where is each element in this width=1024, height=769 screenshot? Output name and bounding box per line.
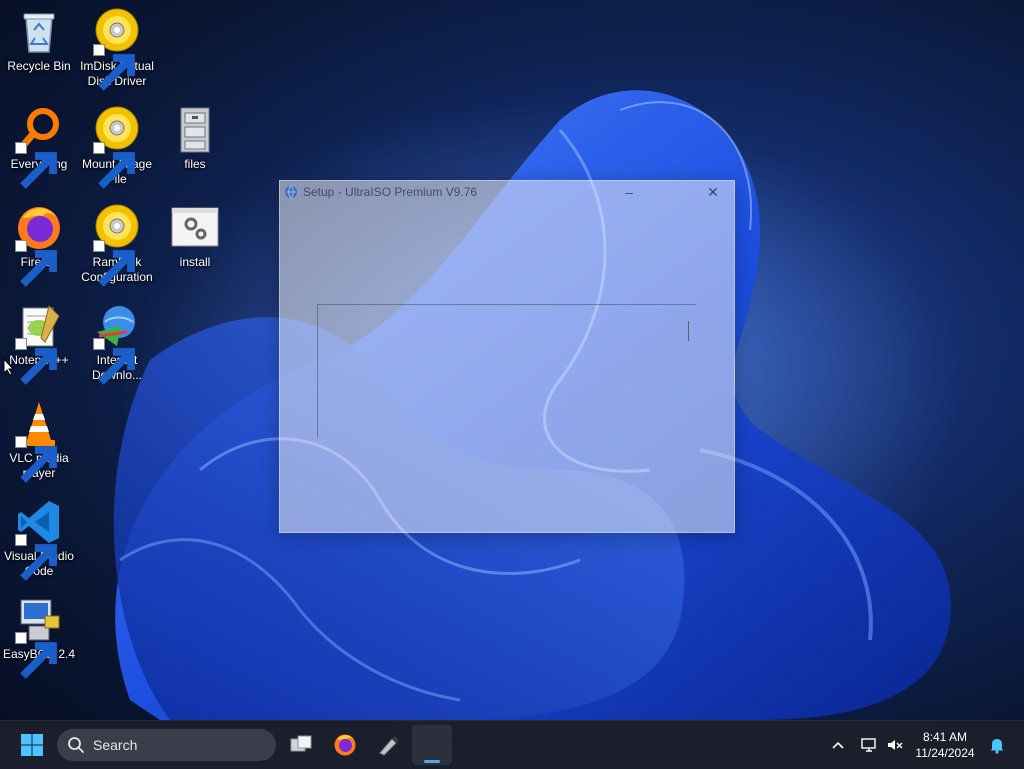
shortcut-arrow-icon xyxy=(15,436,57,483)
search-placeholder: Search xyxy=(93,737,138,753)
taskbar-search-box[interactable]: Search xyxy=(57,729,276,761)
settings-window-icon xyxy=(171,207,219,247)
setup-window-title: Setup - UltraISO Premium V9.76 xyxy=(303,185,478,199)
taskbar-setup-window[interactable] xyxy=(412,725,452,765)
setup-titlebar[interactable]: Setup - UltraISO Premium V9.76 – ✕ xyxy=(280,181,734,203)
desktop-icon-imdisk[interactable]: ImDisk Virtual Disk Driver xyxy=(78,8,156,91)
shortcut-arrow-icon xyxy=(93,240,135,287)
desktop-icon-label: install xyxy=(179,255,211,269)
shortcut-arrow-icon xyxy=(15,240,57,287)
desktop-icon-files[interactable]: files xyxy=(156,106,234,172)
panel-scrollbar[interactable] xyxy=(688,321,689,341)
shortcut-arrow-icon xyxy=(93,142,135,189)
desktop-icon-ramdisk[interactable]: RamDisk Configuration xyxy=(78,204,156,287)
taskbar: Search 8:41 AM 11/24/2024 xyxy=(0,720,1024,769)
file-cabinet-icon xyxy=(180,107,210,153)
taskbar-usb-tool[interactable] xyxy=(368,725,408,765)
mouse-cursor-icon xyxy=(3,358,15,376)
shortcut-arrow-icon xyxy=(93,338,135,385)
task-view-icon xyxy=(290,735,312,752)
show-hidden-icons-chevron-icon[interactable] xyxy=(830,737,846,753)
task-view-button[interactable] xyxy=(281,725,321,765)
recycle-bin-icon xyxy=(23,13,55,53)
desktop-icon-recycle-bin[interactable]: Recycle Bin xyxy=(0,8,78,74)
active-indicator xyxy=(424,760,440,763)
network-icon[interactable] xyxy=(860,736,878,754)
setup-window[interactable]: Setup - UltraISO Premium V9.76 – ✕ xyxy=(279,180,735,533)
desktop-icon-firefox[interactable]: Firefox xyxy=(0,204,78,287)
setup-content-panel xyxy=(317,304,696,437)
desktop-icon-mount-image[interactable]: Mount Image File xyxy=(78,106,156,189)
shortcut-arrow-icon xyxy=(15,632,57,679)
shortcut-arrow-icon xyxy=(15,142,57,189)
desktop-icon-install[interactable]: install xyxy=(156,204,234,270)
search-icon xyxy=(68,737,84,753)
volume-muted-icon[interactable] xyxy=(886,736,904,754)
shortcut-arrow-icon xyxy=(15,338,57,385)
setup-app-icon xyxy=(285,185,297,199)
desktop-icon-internet-download-manager[interactable]: Internet Downlo... xyxy=(78,302,156,385)
shortcut-arrow-icon xyxy=(15,534,57,581)
desktop-icon-label: Recycle Bin xyxy=(7,59,71,73)
notification-bell-icon[interactable] xyxy=(988,736,1006,754)
shortcut-arrow-icon xyxy=(93,44,135,91)
system-clock[interactable]: 8:41 AM 11/24/2024 xyxy=(910,729,980,761)
close-button[interactable]: ✕ xyxy=(698,182,728,202)
minimize-button[interactable]: – xyxy=(614,182,644,202)
desktop-icon-everything[interactable]: Everything xyxy=(0,106,78,189)
desktop-icon-vlc[interactable]: VLC media player xyxy=(0,400,78,483)
desktop-icon-easybcd[interactable]: EasyBCD 2.4 xyxy=(0,596,78,679)
taskbar-firefox[interactable] xyxy=(325,725,365,765)
windows-logo-icon xyxy=(21,734,43,756)
desktop-icon-label: files xyxy=(184,157,206,171)
usb-drive-icon xyxy=(379,736,399,756)
clock-date: 11/24/2024 xyxy=(915,746,975,760)
clock-time: 8:41 AM xyxy=(922,730,968,744)
firefox-icon xyxy=(334,734,356,756)
start-button[interactable] xyxy=(12,725,52,765)
desktop-icon-vscode[interactable]: Visual Studio Code xyxy=(0,498,78,581)
